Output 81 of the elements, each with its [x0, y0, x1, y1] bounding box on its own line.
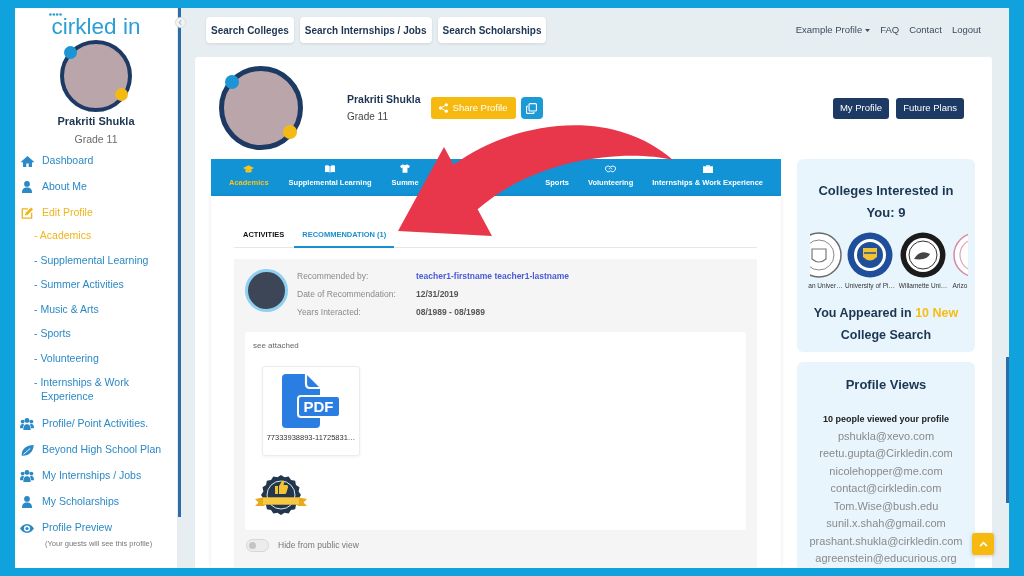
copy-button[interactable] — [520, 97, 543, 119]
toggle-label: Hide from public view — [278, 539, 359, 553]
student-name: Prakriti Shukla — [56, 115, 136, 128]
nav-item[interactable]: My Internships / Jobs — [15, 463, 142, 489]
scrollbar-thumb[interactable] — [178, 8, 181, 517]
search-button[interactable]: Search Scholarships — [437, 17, 547, 43]
share-icon — [438, 103, 448, 113]
viewer-email: pshukla@xevo.com — [837, 428, 935, 444]
dots-icon — [49, 13, 62, 16]
college-seal-icon — [847, 232, 893, 278]
nav-link[interactable]: Logout — [951, 22, 981, 38]
viewer-email: agreenstein@educurious.org — [815, 551, 957, 566]
leaf-icon — [20, 444, 34, 456]
viewer-email: contact@cirkledin.com — [830, 481, 942, 496]
nav-item[interactable]: Profile/ Point Activities. — [15, 411, 149, 437]
handshake-icon — [605, 164, 617, 173]
profile-nav-button[interactable]: My Profile — [832, 97, 890, 119]
college-seal-icon — [952, 232, 968, 278]
toggle-switch[interactable] — [246, 539, 269, 553]
user-icon — [22, 181, 32, 193]
viewer-count-text: 10 people viewed your profile — [822, 413, 949, 425]
college-seal-icon — [900, 232, 946, 278]
field-value: 08/1989 - 08/1989 — [416, 306, 485, 319]
viewer-email: prashant.shukla@cirkledin.com — [809, 533, 963, 549]
chevron-circle-icon[interactable] — [175, 17, 186, 28]
viewer-email: sunil.x.shah@gmail.com — [826, 516, 946, 531]
nav-item[interactable]: Beyond High School Plan — [15, 437, 162, 463]
nav-link[interactable]: Example Profile — [795, 22, 871, 38]
nav-subitem[interactable]: - Music & Arts — [34, 296, 99, 321]
nav-item[interactable]: Dashboard — [15, 148, 94, 174]
nav-item[interactable]: About Me — [15, 174, 87, 200]
profile-nav-button[interactable]: Future Plans — [896, 97, 964, 119]
nav-subitem[interactable]: - Supplemental Learning — [34, 247, 149, 272]
student-name: Prakriti Shukla — [347, 92, 421, 106]
viewer-email: reetu.gupta@Cirkledin.com — [819, 446, 953, 461]
search-button[interactable]: Search Colleges — [206, 17, 294, 43]
nav-link[interactable]: Contact — [909, 22, 942, 38]
eye-icon — [20, 523, 34, 533]
field-label: Date of Recommendation: — [297, 288, 397, 301]
home-icon — [20, 155, 34, 167]
shirt-icon — [400, 164, 411, 173]
viewer-email: nicolehopper@me.com — [829, 463, 943, 479]
nav-subitem[interactable]: - Volunteering — [34, 345, 100, 370]
recommender-link[interactable]: teacher1-firstname teacher1-lastname — [416, 269, 570, 283]
nav-subitem[interactable]: - Summer Activities — [34, 272, 124, 297]
card-title: Profile Views — [845, 376, 927, 394]
edit-icon — [20, 207, 34, 219]
decor-dot-icon — [115, 88, 128, 101]
thumbs-up-badge-icon — [254, 474, 308, 517]
college-seal-icon — [809, 232, 842, 278]
graduation-cap-icon — [243, 164, 255, 173]
card-title: Colleges Interested in You: 9 — [817, 182, 955, 222]
scrollbar-thumb[interactable] — [1006, 357, 1009, 503]
student-grade: Grade 11 — [73, 133, 119, 146]
chevron-up-icon — [978, 541, 988, 547]
nav-link[interactable]: FAQ — [880, 22, 900, 38]
copy-icon — [526, 102, 538, 114]
viewer-email: Tom.Wise@bush.edu — [833, 498, 939, 514]
users-icon — [20, 470, 34, 482]
scroll-top-button[interactable] — [972, 533, 994, 555]
field-label: Recommended by: — [297, 269, 370, 283]
users-icon — [20, 418, 34, 430]
field-label: Years Interacted: — [297, 306, 362, 319]
message-text: see attached — [253, 339, 299, 352]
recommender-photo-placeholder — [245, 269, 288, 312]
nav-subitem[interactable]: - Internships & Work Experience — [34, 370, 172, 409]
nav-item[interactable]: Profile Preview — [15, 515, 113, 541]
search-button[interactable]: Search Internships / Jobs — [299, 17, 432, 43]
logo-text: cirkled in — [51, 17, 141, 36]
decor-dot-icon — [225, 75, 239, 89]
briefcase-icon — [702, 164, 713, 173]
student-grade: Grade 11 — [347, 110, 389, 124]
nav-item[interactable]: My Scholarships — [15, 489, 120, 515]
field-value: 12/31/2019 — [416, 288, 459, 301]
nav-subitem[interactable]: - Sports — [34, 321, 72, 346]
user-icon — [22, 496, 32, 508]
search-appearance-text: You Appeared in 10 New College Search — [812, 304, 960, 344]
book-icon — [325, 164, 336, 173]
decor-dot-icon — [64, 46, 77, 59]
decor-dot-icon — [283, 125, 297, 139]
file-type-badge: PDF — [296, 395, 341, 419]
